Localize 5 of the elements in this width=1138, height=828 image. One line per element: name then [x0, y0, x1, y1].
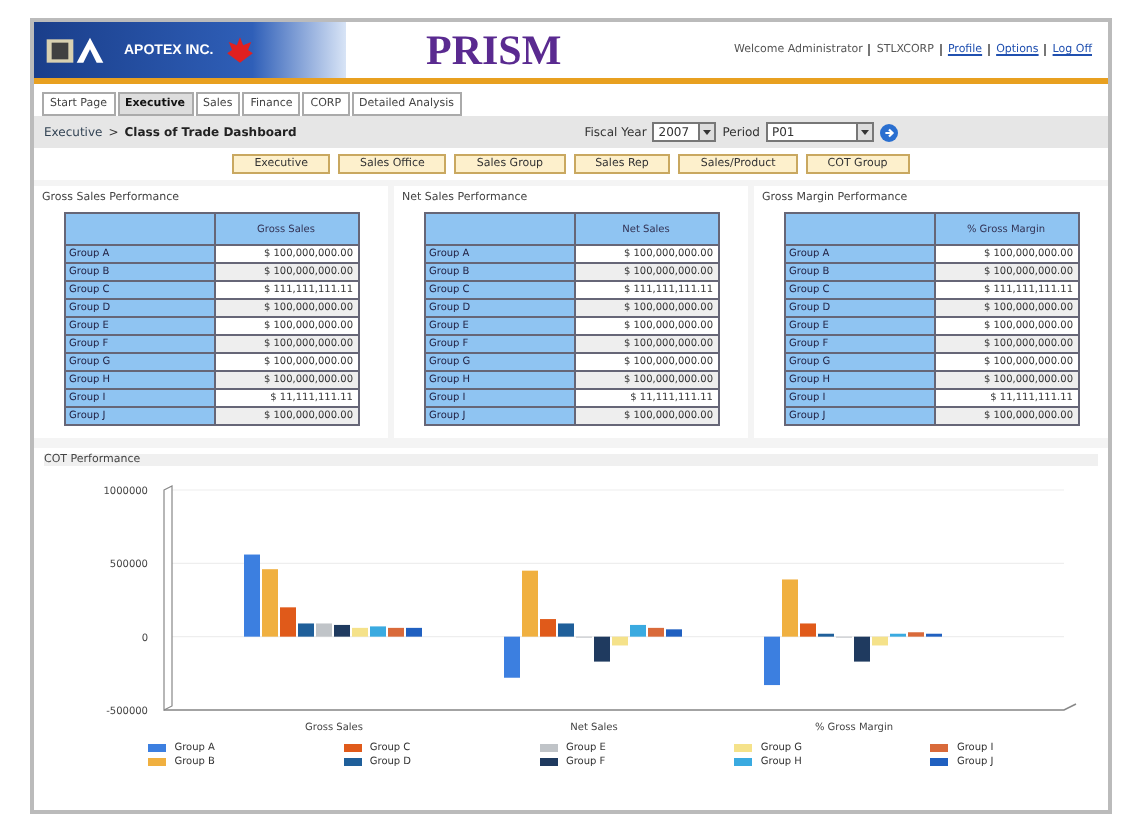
go-icon[interactable]	[880, 123, 898, 141]
app-title: PRISM	[426, 25, 562, 75]
dropdown-arrow-icon[interactable]	[698, 124, 715, 140]
maple-leaf-icon	[223, 34, 256, 66]
dropdown-arrow-icon[interactable]	[856, 124, 872, 140]
